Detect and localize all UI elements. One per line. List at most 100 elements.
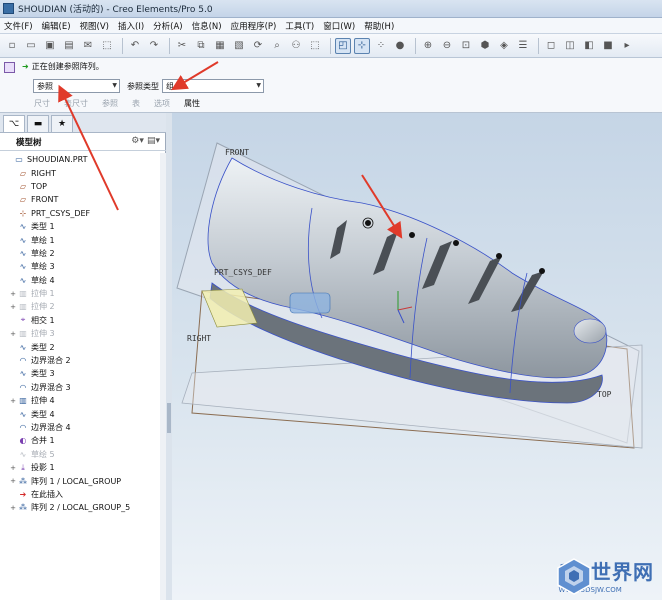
favorites-tab-icon[interactable]: ★: [51, 115, 73, 132]
tree-item[interactable]: + ⁂ 阵列 2 / LOCAL_GROUP_5: [0, 501, 160, 514]
tab-table[interactable]: 表: [132, 98, 140, 109]
tree-item[interactable]: + ▥ 拉伸 4: [0, 394, 160, 407]
tree-item[interactable]: ▱ FRONT: [0, 193, 160, 206]
hidden-line-icon[interactable]: ◫: [562, 38, 578, 54]
datum-point-toggle-icon[interactable]: ⁘: [373, 38, 389, 54]
toolbar-divider: [415, 37, 416, 54]
tree-item[interactable]: ∿ 草绘 4: [0, 274, 160, 287]
pattern-type-select[interactable]: 参照 ▼: [33, 79, 120, 93]
tree-item-label: 阵列 1 / LOCAL_GROUP: [31, 476, 122, 486]
tree-item[interactable]: ∿ 类型 3: [0, 367, 160, 380]
pattern-point[interactable]: [453, 240, 459, 246]
selection-box-icon[interactable]: ⬚: [307, 38, 323, 54]
menu-file[interactable]: 文件(F): [4, 20, 33, 32]
send-mail-icon[interactable]: ✉: [80, 38, 96, 54]
tab-options[interactable]: 选项: [154, 98, 170, 109]
tree-item[interactable]: + ▥ 拉伸 2: [0, 300, 160, 313]
save-icon[interactable]: ▣: [42, 38, 58, 54]
tree-expand-icon[interactable]: +: [8, 397, 18, 405]
tree-item[interactable]: ∿ 草绘 1: [0, 233, 160, 246]
tree-item[interactable]: ◠ 边界混合 4: [0, 421, 160, 434]
no-hidden-icon[interactable]: ◧: [581, 38, 597, 54]
tree-item[interactable]: + ▥ 拉伸 1: [0, 287, 160, 300]
selected-feature-highlight[interactable]: [289, 292, 331, 314]
ref-type-select[interactable]: 组 ▼: [162, 79, 264, 93]
menu-applications[interactable]: 应用程序(P): [231, 20, 277, 32]
tab-dimensions[interactable]: 尺寸: [34, 98, 50, 109]
tree-expand-icon[interactable]: +: [8, 330, 18, 338]
more-tools-icon[interactable]: ▸: [619, 38, 635, 54]
feature-dashboard: ➜ 正在创建参照阵列。 参照 ▼ 参照类型 组 ▼ 尺寸 表尺寸 参照 表 选项…: [0, 58, 662, 113]
binoculars-icon[interactable]: ⚇: [288, 38, 304, 54]
pattern-point[interactable]: [539, 268, 545, 274]
tree-item[interactable]: ⊹ PRT_CSYS_DEF: [0, 207, 160, 220]
shaded-view-icon[interactable]: ■: [600, 38, 616, 54]
find-icon[interactable]: ⌕: [269, 38, 285, 54]
tree-expand-icon[interactable]: +: [8, 303, 18, 311]
tree-item[interactable]: + ⁂ 阵列 1 / LOCAL_GROUP: [0, 474, 160, 487]
tree-item[interactable]: ∿ 草绘 3: [0, 260, 160, 273]
tree-expand-icon[interactable]: +: [8, 477, 18, 485]
tab-table-dimensions[interactable]: 表尺寸: [64, 98, 88, 109]
tree-expand-icon[interactable]: +: [8, 464, 18, 472]
paste-icon[interactable]: ▦: [212, 38, 228, 54]
menu-tools[interactable]: 工具(T): [285, 20, 314, 32]
zoom-in-icon[interactable]: ⊕: [420, 38, 436, 54]
print-icon[interactable]: ▤: [61, 38, 77, 54]
tree-item[interactable]: ◠ 边界混合 2: [0, 354, 160, 367]
copy-icon[interactable]: ⧉: [193, 38, 209, 54]
menu-view[interactable]: 视图(V): [80, 20, 109, 32]
splitter-grip[interactable]: [167, 403, 171, 433]
datum-axis-toggle-icon[interactable]: ⊹: [354, 37, 370, 54]
model-canvas[interactable]: FRONT RIGHT TOP PRT_CSYS_DEF: [172, 113, 662, 600]
tree-item[interactable]: ∿ 类型 4: [0, 407, 160, 420]
menu-window[interactable]: 窗口(W): [323, 20, 355, 32]
tree-item[interactable]: ▱ RIGHT: [0, 166, 160, 179]
open-file-icon[interactable]: ▭: [23, 38, 39, 54]
tree-expand-icon[interactable]: +: [8, 290, 18, 298]
tree-item[interactable]: ▭ SHOUDIAN.PRT: [0, 153, 160, 166]
tree-item[interactable]: ◠ 边界混合 3: [0, 381, 160, 394]
tree-item[interactable]: ∿ 草绘 2: [0, 247, 160, 260]
tree-item[interactable]: ⌖ 相交 1: [0, 314, 160, 327]
undo-icon[interactable]: ↶: [127, 38, 143, 54]
zoom-out-icon[interactable]: ⊖: [439, 38, 455, 54]
tree-item[interactable]: ∿ 类型 2: [0, 340, 160, 353]
paste-special-icon[interactable]: ▧: [231, 38, 247, 54]
orient-icon[interactable]: ⬢: [477, 38, 493, 54]
tree-item-label: 拉伸 2: [31, 302, 55, 312]
refit-icon[interactable]: ⊡: [458, 38, 474, 54]
tab-properties[interactable]: 属性: [184, 98, 200, 109]
menu-insert[interactable]: 插入(I): [118, 20, 144, 32]
folder-browser-tab-icon[interactable]: ▬: [27, 115, 49, 132]
pattern-point[interactable]: [365, 220, 371, 226]
layers-icon[interactable]: ☰: [515, 38, 531, 54]
pattern-point[interactable]: [496, 253, 502, 259]
redo-icon[interactable]: ↷: [146, 38, 162, 54]
new-file-icon[interactable]: ▫: [4, 38, 20, 54]
cut-icon[interactable]: ✂: [174, 38, 190, 54]
tree-item[interactable]: ▱ TOP: [0, 180, 160, 193]
tree-item[interactable]: + ▥ 拉伸 3: [0, 327, 160, 340]
tree-item[interactable]: ∿ 类型 1: [0, 220, 160, 233]
wireframe-icon[interactable]: ◻: [543, 38, 559, 54]
save-copy-icon[interactable]: ⬚: [99, 38, 115, 54]
tab-references[interactable]: 参照: [102, 98, 118, 109]
graphics-viewport[interactable]: FRONT RIGHT TOP PRT_CSYS_DEF 3D世界网 WWW.3…: [172, 113, 662, 600]
pattern-point[interactable]: [409, 232, 415, 238]
tree-item[interactable]: + ⤓ 投影 1: [0, 461, 160, 474]
menu-info[interactable]: 信息(N): [192, 20, 222, 32]
menu-analysis[interactable]: 分析(A): [153, 20, 182, 32]
tree-item[interactable]: ➔ 在此插入: [0, 488, 160, 501]
menu-edit[interactable]: 编辑(E): [42, 20, 71, 32]
tree-expand-icon[interactable]: +: [8, 504, 18, 512]
saved-views-icon[interactable]: ◈: [496, 38, 512, 54]
tree-item[interactable]: ∿ 草绘 5: [0, 448, 160, 461]
tree-settings-icon[interactable]: ⚙▾ ▤▾: [131, 136, 160, 146]
tree-item[interactable]: ◐ 合并 1: [0, 434, 160, 447]
shading-icon[interactable]: ●: [392, 38, 408, 54]
datum-plane-toggle-icon[interactable]: ◰: [335, 37, 351, 54]
regenerate-icon[interactable]: ⟳: [250, 38, 266, 54]
model-tree-tab-icon[interactable]: ⌥: [3, 115, 25, 132]
menu-help[interactable]: 帮助(H): [364, 20, 394, 32]
